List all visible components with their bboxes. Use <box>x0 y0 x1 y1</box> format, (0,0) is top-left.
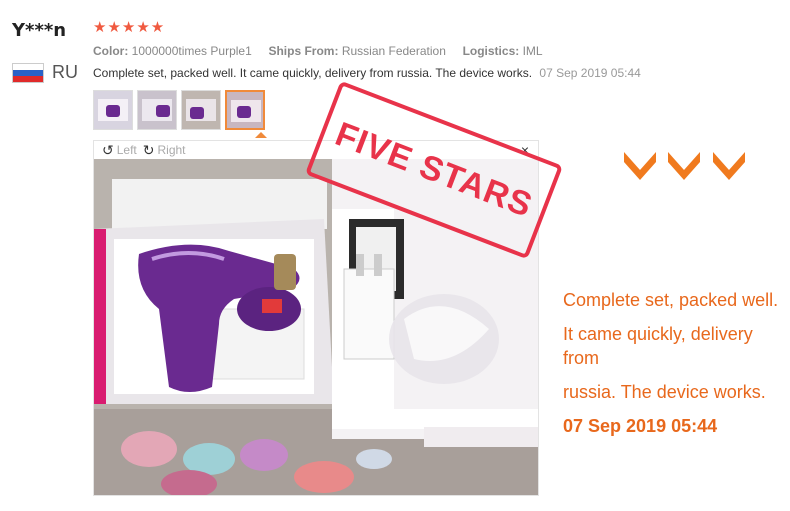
russia-flag-icon <box>12 62 44 83</box>
callout-review-text: Complete set, packed well. It came quick… <box>563 288 790 448</box>
color-value: 1000000times Purple1 <box>131 44 252 58</box>
callout-date: 07 Sep 2019 05:44 <box>563 416 718 436</box>
ships-from-value: Russian Federation <box>341 44 446 58</box>
review-text: Complete set, packed well. It came quick… <box>93 66 533 80</box>
chevron-down-icon <box>712 152 745 180</box>
logistics-label: Logistics: <box>462 44 520 58</box>
photo-thumbnail[interactable] <box>93 90 133 130</box>
callout-line: Complete set, packed well. <box>563 290 779 310</box>
review-date: 07 Sep 2019 05:44 <box>539 66 641 80</box>
ships-from-label: Ships From: <box>268 44 339 58</box>
photo-thumbnails <box>93 90 265 130</box>
chevron-down-icon <box>668 152 701 180</box>
rotate-left-icon: ↺ <box>102 141 114 158</box>
rotate-left-button[interactable]: ↺ Left <box>102 142 137 159</box>
color-label: Color: <box>93 44 129 58</box>
rotate-right-icon: ↻ <box>142 141 155 158</box>
rotate-left-label: Left <box>116 143 137 157</box>
callout-line: russia. The device works. <box>563 382 766 402</box>
rating-stars: ★★★★★ <box>93 19 166 36</box>
rotate-right-label: Right <box>157 143 186 157</box>
rotate-right-button[interactable]: ↻ Right <box>143 142 186 159</box>
chevron-down-icon <box>624 152 656 180</box>
reviewer-country: RU <box>12 62 78 83</box>
review-body: Complete set, packed well. It came quick… <box>93 66 641 80</box>
reviewer-name: Y***n <box>12 20 67 41</box>
selected-thumbnail-indicator <box>255 132 267 138</box>
down-arrows <box>620 148 749 193</box>
callout-line: It came quickly, delivery from <box>563 324 753 368</box>
photo-thumbnail[interactable] <box>181 90 221 130</box>
review-meta: Color: 1000000times Purple1 Ships From: … <box>93 44 543 58</box>
logistics-value: IML <box>522 44 543 58</box>
country-code: RU <box>52 62 78 82</box>
photo-thumbnail[interactable] <box>137 90 177 130</box>
photo-thumbnail-selected[interactable] <box>225 90 265 130</box>
